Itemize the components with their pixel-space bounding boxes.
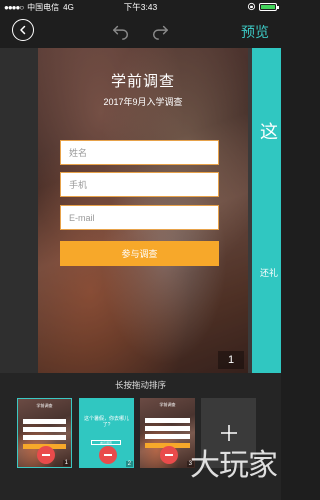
next-page-subtitle: 还礼 bbox=[260, 268, 279, 278]
survey-subtitle[interactable]: 2017年9月入学调查 bbox=[38, 95, 248, 108]
battery-level bbox=[261, 4, 275, 9]
chevron-left-icon bbox=[20, 25, 26, 35]
thumbnail-field bbox=[145, 418, 190, 423]
editor-canvas: 学前调查 2017年9月入学调查 姓名 手机 E-mail 参与调查 1 这 还… bbox=[0, 48, 281, 373]
thumbnail-button: 参与调查 bbox=[91, 440, 121, 445]
status-bar: ●●●●○ 中国电信 4G 下午3:43 bbox=[0, 0, 281, 14]
email-field[interactable]: E-mail bbox=[60, 205, 219, 230]
page-number-badge: 1 bbox=[218, 351, 244, 369]
battery-icon bbox=[259, 2, 279, 11]
editor-toolbar: 预览 bbox=[0, 14, 281, 48]
thumbnail-field bbox=[145, 434, 190, 439]
thumbnail-number: 1 bbox=[62, 460, 70, 466]
sort-hint: 长按拖动排序 bbox=[114, 380, 166, 390]
watermark-logo: 大玩家 bbox=[190, 448, 278, 483]
thumbnail-field bbox=[145, 426, 190, 431]
survey-title[interactable]: 学前调查 bbox=[38, 70, 248, 91]
thumbnail-field bbox=[23, 435, 66, 440]
delete-page-3-button[interactable] bbox=[160, 446, 178, 464]
thumbnail-title: 学前调查 bbox=[36, 403, 53, 408]
delete-page-2-button[interactable] bbox=[99, 446, 117, 464]
minus-icon bbox=[42, 454, 50, 456]
status-right bbox=[247, 2, 279, 11]
previous-page-area bbox=[0, 48, 38, 373]
thumbnail-title: 这个暑假，你去哪儿了? bbox=[83, 416, 129, 428]
preview-button[interactable]: 预览 bbox=[241, 22, 269, 42]
rotation-lock-icon bbox=[247, 2, 256, 11]
next-page-title: 这 bbox=[260, 122, 278, 142]
delete-page-1-button[interactable] bbox=[37, 446, 55, 464]
thumbnail-title: 学前调查 bbox=[159, 402, 176, 407]
current-page-card[interactable]: 学前调查 2017年9月入学调查 姓名 手机 E-mail 参与调查 1 bbox=[38, 48, 248, 373]
submit-survey-button[interactable]: 参与调查 bbox=[60, 241, 219, 266]
name-field[interactable]: 姓名 bbox=[60, 140, 219, 165]
undo-icon[interactable] bbox=[112, 22, 130, 40]
thumbnail-field bbox=[23, 419, 66, 424]
thumbnail-number: 2 bbox=[125, 461, 133, 467]
page-content: 学前调查 2017年9月入学调查 姓名 手机 E-mail 参与调查 1 bbox=[38, 48, 248, 373]
status-time: 下午3:43 bbox=[123, 2, 158, 12]
redo-icon[interactable] bbox=[151, 22, 169, 40]
minus-icon bbox=[104, 454, 112, 456]
back-button[interactable] bbox=[12, 19, 34, 41]
thumbnail-field bbox=[23, 427, 66, 432]
next-page-card[interactable]: 这 还礼 bbox=[252, 48, 281, 373]
minus-icon bbox=[165, 454, 173, 456]
phone-field[interactable]: 手机 bbox=[60, 172, 219, 197]
